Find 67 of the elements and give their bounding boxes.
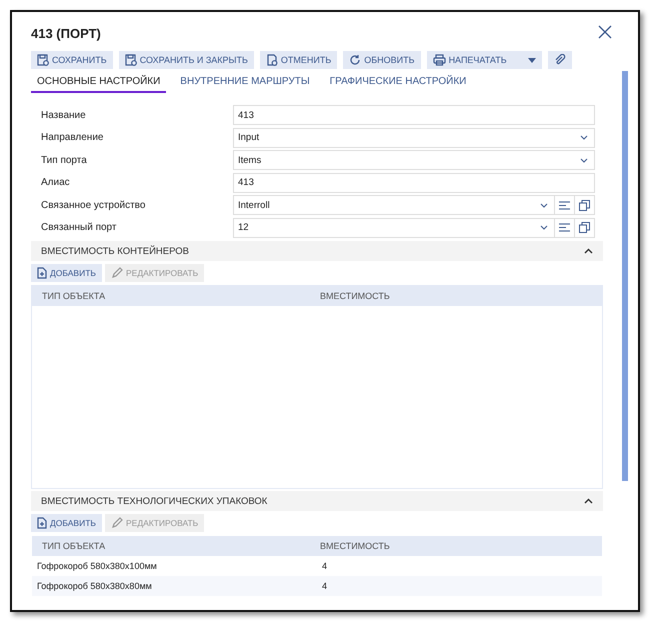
print-button[interactable]: НАПЕЧАТАТЬ [426, 51, 542, 69]
column-header: ТИП ОБЪЕКТА [41, 541, 106, 551]
chevron-down-icon [540, 225, 548, 230]
table-cell-text: Гофрокороб 580x380x100мм [36, 561, 158, 571]
chevron-down-icon [540, 202, 548, 208]
toolbar-button[interactable]: ОТМЕНИТЬ [260, 51, 338, 69]
copy-button[interactable] [575, 218, 595, 238]
chevron-up-icon [584, 498, 593, 504]
printer-icon [432, 54, 446, 66]
list-button[interactable] [555, 218, 575, 238]
chevron-down-icon [580, 135, 588, 140]
dropdown-field[interactable]: 12 [233, 218, 555, 238]
scrollbar[interactable] [622, 71, 628, 481]
tab[interactable]: ВНУТРЕННИЕ МАРШРУТЫ [174, 74, 316, 93]
list-icon [559, 223, 570, 232]
toolbar-button[interactable]: ОБНОВИТЬ [343, 51, 421, 69]
refresh-icon [349, 54, 362, 66]
section-header[interactable]: ВМЕСТИМОСТЬ ТЕХНОЛОГИЧЕСКИХ УПАКОВОК [31, 491, 603, 511]
pencil-icon [110, 267, 123, 279]
column-header: ТИП ОБЪЕКТА [41, 291, 106, 301]
text-field[interactable]: 413 [233, 105, 595, 125]
column-header: ВМЕСТИМОСТЬ [319, 541, 391, 551]
toolbar-button[interactable]: СОХРАНИТЬ И ЗАКРЫТЬ [118, 51, 254, 69]
copy-button[interactable] [575, 195, 595, 215]
edit-button[interactable]: ДОБАВИТЬ [31, 514, 102, 532]
section-header[interactable]: ВМЕСТИМОСТЬ КОНТЕЙНЕРОВ [31, 241, 603, 261]
field-label: Алиас [40, 177, 71, 188]
dropdown-field[interactable]: Items [233, 150, 595, 170]
table-cell-text: 4 [321, 561, 328, 571]
column-header: ВМЕСТИМОСТЬ [319, 291, 391, 301]
table-cell-text: 4 [321, 581, 328, 591]
caret-icon [528, 58, 536, 62]
document-cancel-icon [266, 54, 278, 66]
copy-icon [579, 222, 590, 233]
collapse-button[interactable] [584, 498, 593, 504]
field-label: Название [40, 110, 87, 120]
save-icon [37, 54, 49, 66]
chevron-up-icon [584, 248, 593, 254]
chevron-down-icon [580, 158, 588, 162]
table-cell-text: Гофрокороб 580x380x80мм [36, 581, 153, 591]
pencil-icon [110, 517, 123, 529]
close-button[interactable] [598, 25, 614, 41]
field-label: Связанное устройство [40, 200, 146, 210]
collapse-button[interactable] [584, 248, 593, 254]
field-label: Тип порта [40, 154, 88, 166]
copy-icon [579, 200, 590, 210]
dropdown-field[interactable]: Input [233, 128, 595, 148]
section-title: ВМЕСТИМОСТЬ ТЕХНОЛОГИЧЕСКИХ УПАКОВОК [41, 496, 268, 506]
window-title: 413 (ПОРТ) [31, 26, 101, 40]
dropdown-field[interactable]: Interroll [233, 195, 555, 215]
close-icon [598, 25, 612, 39]
attach-button[interactable] [548, 51, 572, 69]
tab[interactable]: ГРАФИЧЕСКИЕ НАСТРОЙКИ [324, 74, 472, 93]
toolbar-button[interactable]: СОХРАНИТЬ [31, 51, 113, 69]
list-button[interactable] [555, 195, 575, 215]
paperclip-icon [554, 54, 566, 66]
field-label: Направление [40, 132, 104, 143]
table-row[interactable]: Гофрокороб 580x380x80мм 4 [32, 576, 602, 596]
save-icon [124, 54, 137, 66]
section-title: ВМЕСТИМОСТЬ КОНТЕЙНЕРОВ [41, 246, 189, 256]
text-field[interactable]: 413 [233, 172, 595, 192]
add-document-icon [37, 267, 47, 279]
field-label: Связанный порт [40, 222, 118, 233]
tab[interactable]: ОСНОВНЫЕ НАСТРОЙКИ [31, 74, 166, 93]
add-document-icon [37, 517, 47, 529]
list-icon [559, 200, 570, 210]
edit-button[interactable]: ДОБАВИТЬ [31, 264, 102, 282]
